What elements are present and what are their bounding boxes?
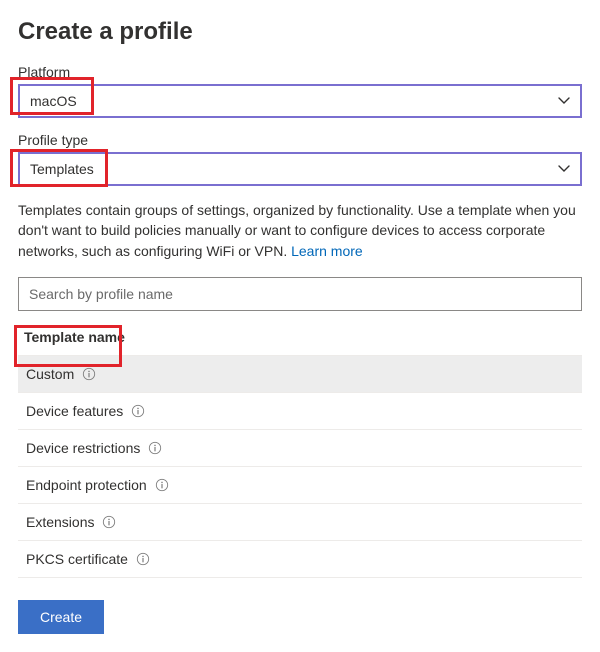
search-input[interactable] <box>18 277 582 311</box>
template-row[interactable]: PKCS certificate <box>18 541 582 578</box>
template-list: Custom Device features Device restrictions… <box>18 355 582 578</box>
info-icon[interactable] <box>155 478 169 492</box>
template-row[interactable]: Device restrictions <box>18 430 582 467</box>
learn-more-link[interactable]: Learn more <box>291 243 363 259</box>
chevron-down-icon <box>558 165 570 173</box>
template-row[interactable]: Device features <box>18 393 582 430</box>
create-button[interactable]: Create <box>18 600 104 634</box>
template-row[interactable]: Extensions <box>18 504 582 541</box>
template-row[interactable]: Endpoint protection <box>18 467 582 504</box>
templates-description: Templates contain groups of settings, or… <box>18 200 582 261</box>
template-row-label: PKCS certificate <box>26 551 128 567</box>
platform-label: Platform <box>18 64 582 80</box>
footer: Create <box>18 600 582 634</box>
platform-select-wrap: macOS <box>18 84 582 118</box>
profile-type-select-value: Templates <box>30 161 94 177</box>
chevron-down-icon <box>558 97 570 105</box>
template-row-label: Extensions <box>26 514 94 530</box>
profile-type-select[interactable]: Templates <box>18 152 582 186</box>
info-icon[interactable] <box>102 515 116 529</box>
info-icon[interactable] <box>82 367 96 381</box>
profile-type-label: Profile type <box>18 132 582 148</box>
template-row[interactable]: Custom <box>18 356 582 393</box>
info-icon[interactable] <box>148 441 162 455</box>
info-icon[interactable] <box>136 552 150 566</box>
profile-type-select-wrap: Templates <box>18 152 582 186</box>
template-name-header: Template name <box>18 321 582 355</box>
template-row-label: Endpoint protection <box>26 477 147 493</box>
template-row-label: Device restrictions <box>26 440 140 456</box>
template-row-label: Device features <box>26 403 123 419</box>
info-icon[interactable] <box>131 404 145 418</box>
template-row-label: Custom <box>26 366 74 382</box>
platform-select-value: macOS <box>30 93 77 109</box>
platform-select[interactable]: macOS <box>18 84 582 118</box>
page-title: Create a profile <box>18 18 582 46</box>
